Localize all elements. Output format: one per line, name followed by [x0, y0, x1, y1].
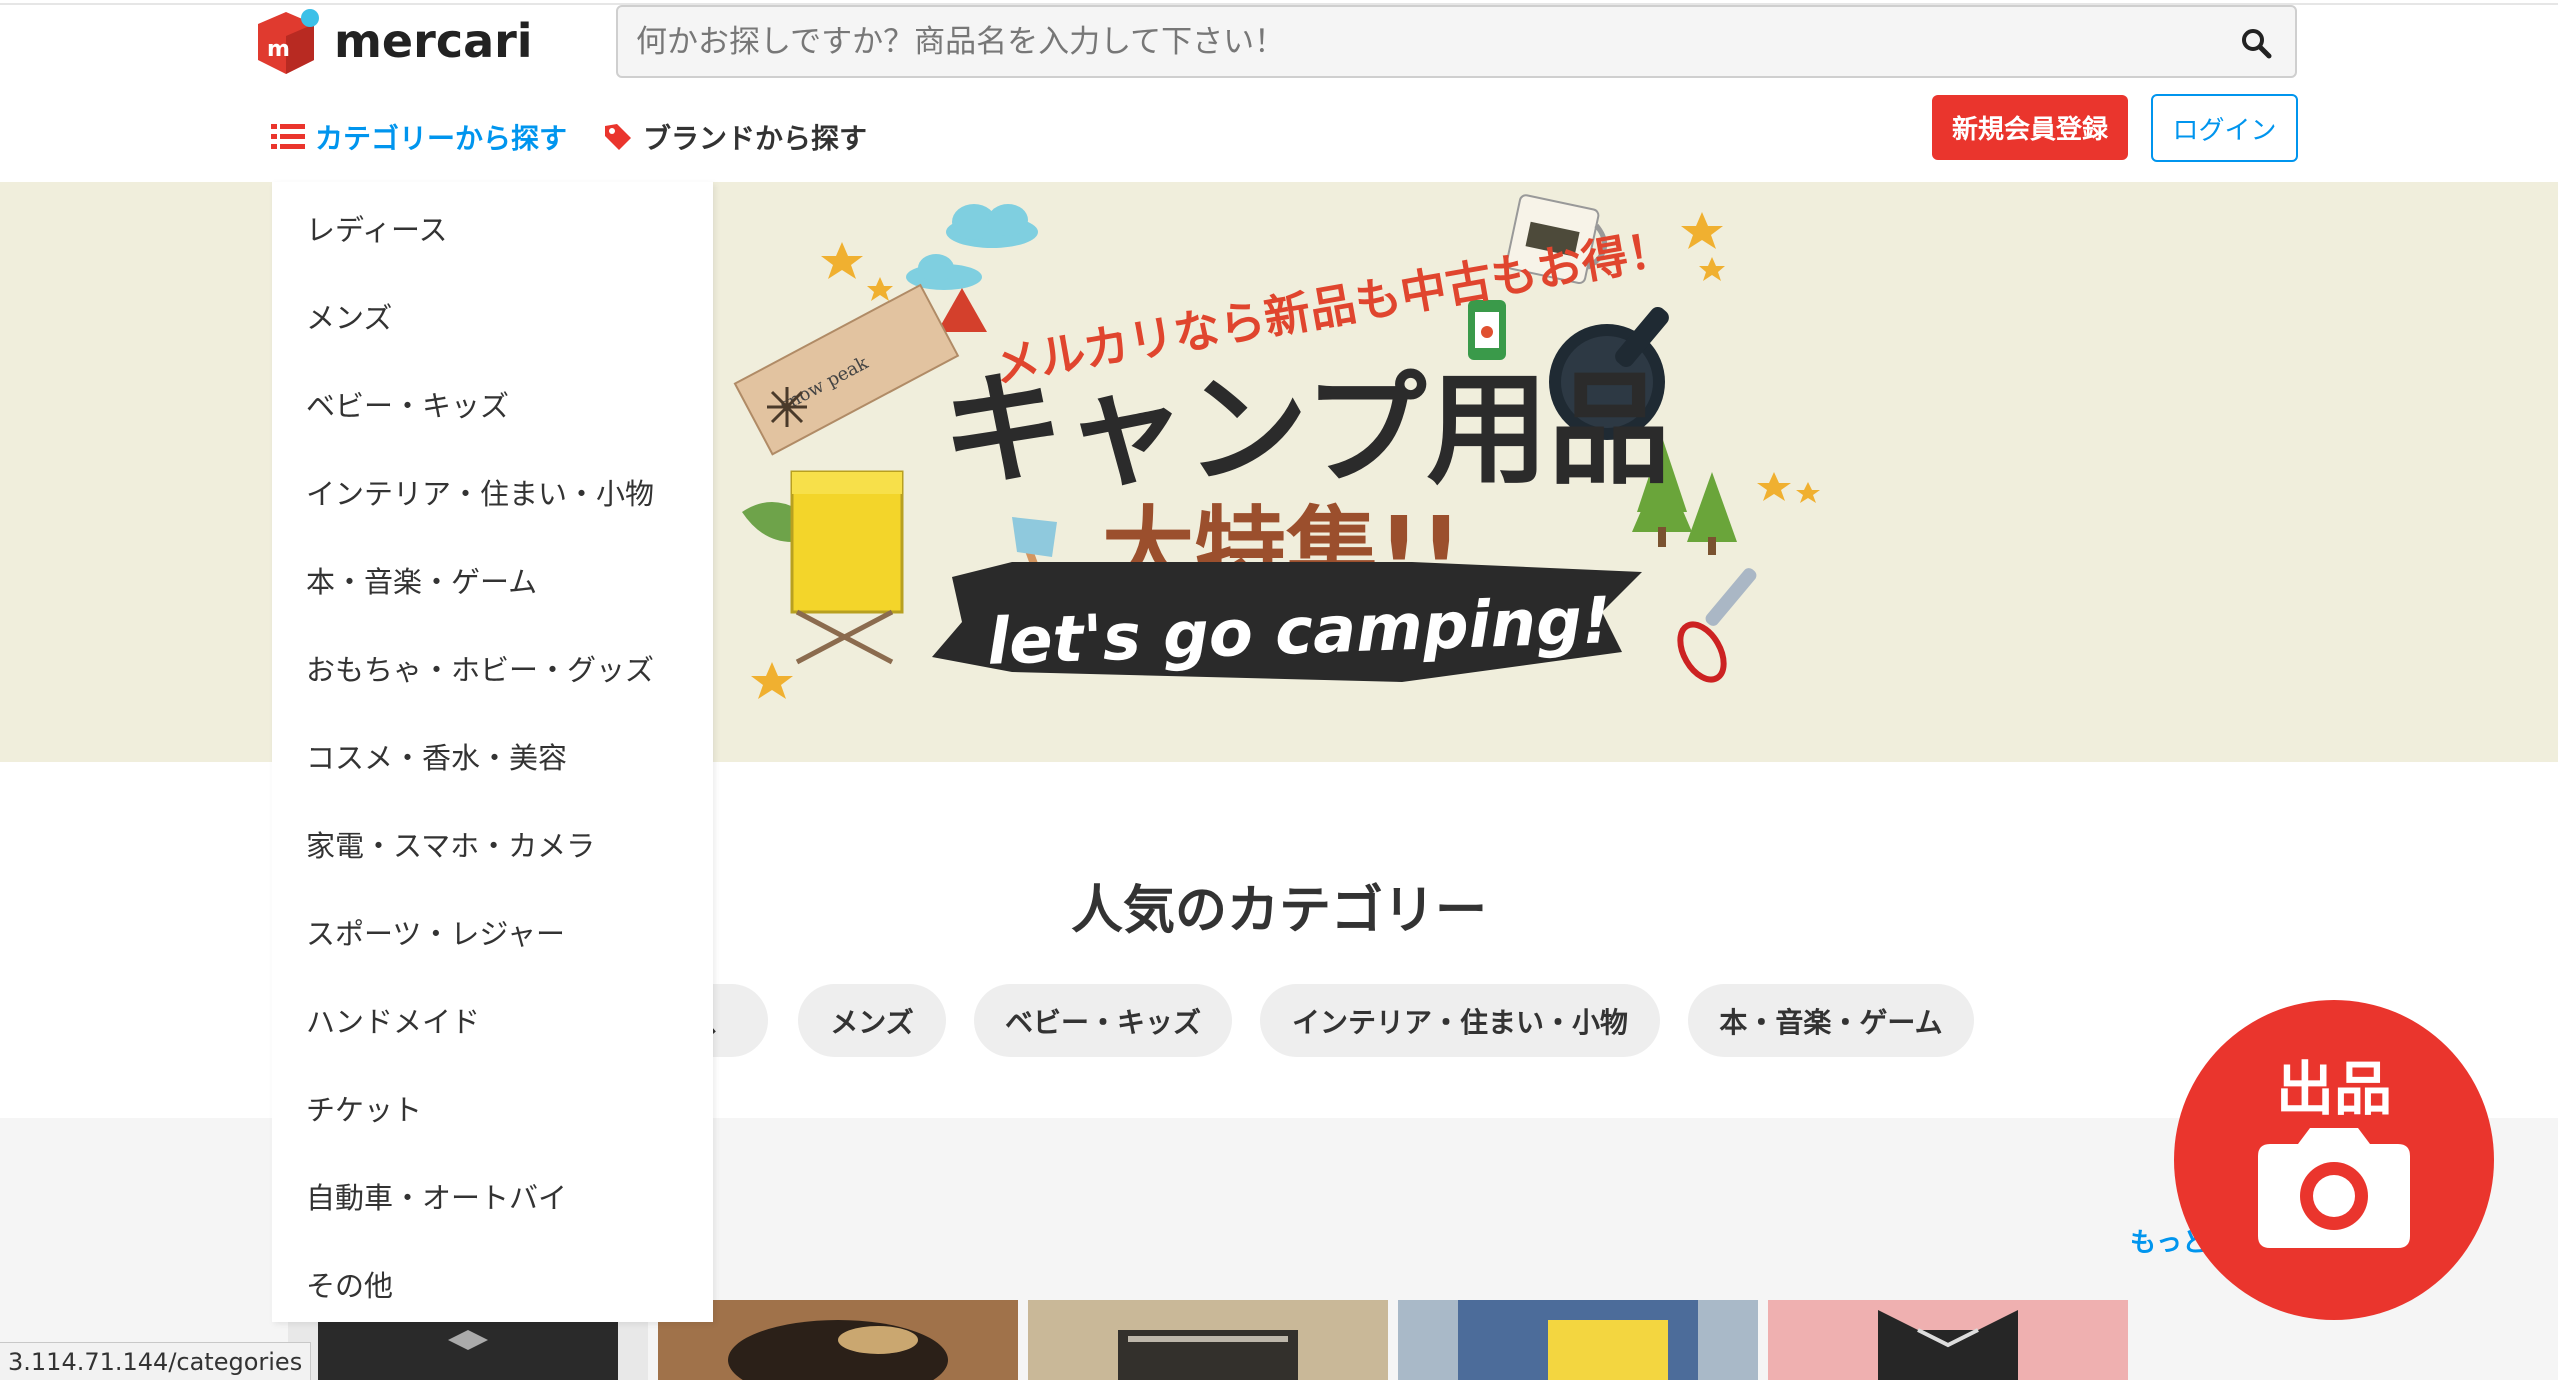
category-dropdown-menu: レディース メンズ ベビー・キッズ インテリア・住まい・小物 本・音楽・ゲーム …: [272, 182, 713, 1322]
category-item-handmade[interactable]: ハンドメイド: [306, 999, 480, 1041]
category-item-tickets[interactable]: チケット: [306, 1087, 422, 1129]
popular-pill-books-music-games[interactable]: 本・音楽・ゲーム: [1688, 984, 1974, 1057]
category-item-ladies[interactable]: レディース: [306, 207, 448, 249]
camera-icon: [2258, 1128, 2410, 1248]
logo-wordmark: mercari: [334, 14, 533, 68]
sell-button[interactable]: 出品: [2174, 1000, 2494, 1320]
search-input[interactable]: [636, 7, 2196, 76]
category-item-cosmetics[interactable]: コスメ・香水・美容: [306, 735, 567, 777]
category-item-vehicles[interactable]: 自動車・オートバイ: [306, 1175, 567, 1217]
category-item-sports[interactable]: スポーツ・レジャー: [306, 911, 565, 953]
status-bar-url: 3.114.71.144/categories: [0, 1342, 312, 1380]
nav-browse-by-brand[interactable]: ブランドから探す: [603, 115, 867, 159]
signup-button[interactable]: 新規会員登録: [1932, 95, 2128, 160]
banner-headline: キャンプ用品: [942, 359, 1670, 501]
nav-browse-by-category[interactable]: カテゴリーから探す: [271, 115, 567, 159]
tag-icon: [605, 124, 631, 150]
svg-text:m: m: [267, 37, 290, 62]
login-button[interactable]: ログイン: [2151, 94, 2298, 162]
category-item-baby-kids[interactable]: ベビー・キッズ: [306, 383, 509, 425]
search-bar: [616, 5, 2297, 78]
category-item-other[interactable]: その他: [306, 1263, 393, 1305]
list-icon: [271, 124, 305, 149]
mercari-logo[interactable]: m mercari: [256, 8, 536, 76]
category-item-mens[interactable]: メンズ: [306, 295, 392, 337]
popular-pill-mens[interactable]: メンズ: [798, 984, 946, 1057]
nav-brand-label: ブランドから探す: [643, 122, 868, 155]
popular-pill-interior[interactable]: インテリア・住まい・小物: [1260, 984, 1660, 1057]
item-thumbnail[interactable]: [1768, 1300, 2128, 1380]
item-thumbnail[interactable]: [1398, 1300, 1758, 1380]
category-item-interior[interactable]: インテリア・住まい・小物: [306, 471, 654, 513]
sell-label: 出品: [2275, 1055, 2392, 1123]
camping-banner[interactable]: snow peak メルカリなら新品も中古もお得！ キャンプ用品 大特集!! l…: [712, 182, 1846, 762]
nav-category-label: カテゴリーから探す: [315, 122, 568, 155]
popular-pill-baby-kids[interactable]: ベビー・キッズ: [974, 984, 1232, 1057]
search-icon[interactable]: [2240, 27, 2272, 59]
category-item-electronics[interactable]: 家電・スマホ・カメラ: [306, 823, 595, 865]
category-item-toys-hobby[interactable]: おもちゃ・ホビー・グッズ: [306, 647, 654, 689]
item-thumbnail[interactable]: [1028, 1300, 1388, 1380]
category-item-books-music-games[interactable]: 本・音楽・ゲーム: [306, 559, 537, 601]
